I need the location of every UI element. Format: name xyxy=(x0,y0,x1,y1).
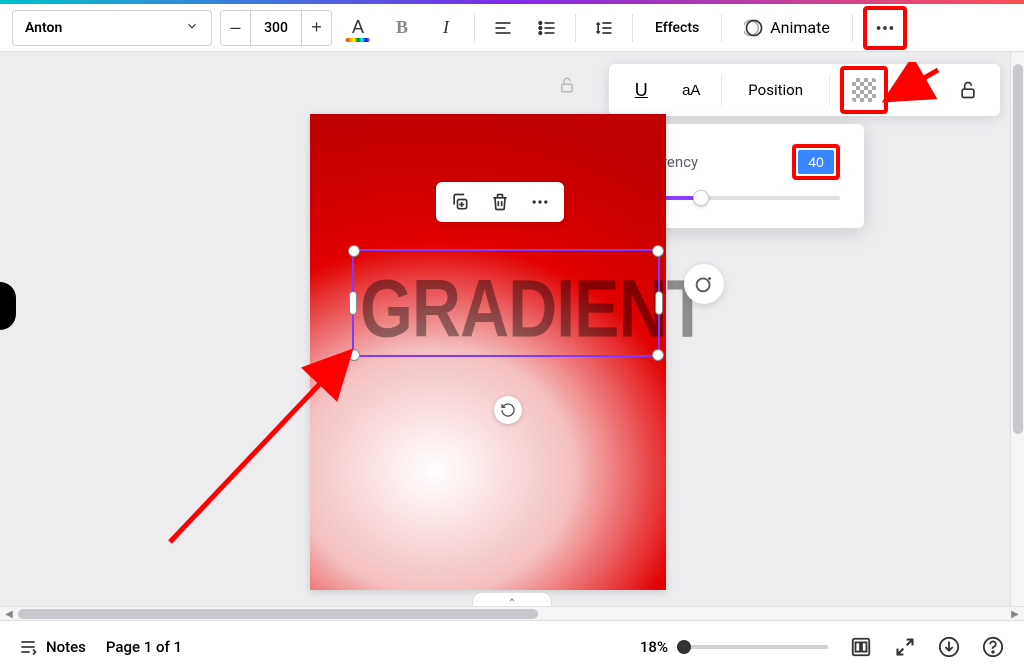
rotate-handle[interactable] xyxy=(494,396,522,424)
bullet-list-button[interactable] xyxy=(529,10,565,46)
annotation-arrow-to-transparency xyxy=(878,62,958,112)
text-color-button[interactable]: A xyxy=(340,10,376,46)
annotation-arrow-to-text xyxy=(160,332,370,552)
zoom-slider[interactable] xyxy=(678,645,828,649)
font-size-increment[interactable]: + xyxy=(301,11,331,45)
delete-button[interactable] xyxy=(486,188,514,216)
text-color-a-icon: A xyxy=(352,17,364,38)
toolbar-divider xyxy=(474,14,475,42)
align-left-icon xyxy=(493,18,513,38)
toolbar-divider xyxy=(721,14,722,42)
help-button[interactable] xyxy=(980,634,1006,660)
bold-icon: B xyxy=(396,17,408,38)
element-more-button[interactable] xyxy=(526,188,554,216)
page-collapse-tab[interactable] xyxy=(472,592,552,606)
secondary-divider xyxy=(721,74,722,106)
floating-element-controls xyxy=(436,182,564,222)
annotation-highlight-value xyxy=(792,144,840,180)
rotate-icon xyxy=(500,402,516,418)
slider-thumb[interactable] xyxy=(693,190,709,206)
grid-icon xyxy=(850,636,872,658)
resize-handle-mr[interactable] xyxy=(655,291,663,315)
underline-button[interactable]: U xyxy=(621,70,661,110)
selection-outline xyxy=(352,249,660,357)
animate-icon xyxy=(744,18,764,38)
scrollbar-thumb-vertical[interactable] xyxy=(1013,64,1023,434)
rainbow-underline-icon xyxy=(346,38,370,42)
toolbar-divider xyxy=(852,14,853,42)
quick-action-button[interactable] xyxy=(684,264,724,304)
scrollbar-horizontal[interactable]: ◀ ▶ xyxy=(0,606,1024,620)
lock-icon xyxy=(958,80,978,100)
scroll-left-arrow[interactable]: ◀ xyxy=(2,607,16,621)
animate-button[interactable]: Animate xyxy=(732,10,842,46)
side-panel-tab[interactable] xyxy=(0,282,16,330)
main-toolbar: Anton – 300 + A B I Effects Animate xyxy=(0,4,1024,52)
ellipsis-icon xyxy=(874,17,896,39)
resize-handle-tl[interactable] xyxy=(348,245,360,257)
bold-button[interactable]: B xyxy=(384,10,420,46)
uppercase-icon: aA xyxy=(682,82,700,99)
spacing-icon xyxy=(594,18,614,38)
notes-label: Notes xyxy=(46,638,86,656)
transparency-icon xyxy=(852,78,876,102)
bottom-bar: Notes Page 1 of 1 18% xyxy=(0,620,1024,672)
zoom-percentage[interactable]: 18% xyxy=(640,638,668,656)
lock-icon-outside xyxy=(558,76,576,98)
annotation-highlight-more xyxy=(863,6,907,50)
download-icon xyxy=(938,636,960,658)
position-button[interactable]: Position xyxy=(732,70,819,110)
position-label: Position xyxy=(748,81,803,99)
font-family-name: Anton xyxy=(25,20,62,36)
animate-label: Animate xyxy=(770,18,830,37)
scrollbar-vertical[interactable] xyxy=(1010,52,1024,606)
notes-icon xyxy=(18,637,38,657)
trash-icon xyxy=(490,192,510,212)
fullscreen-icon xyxy=(895,637,915,657)
list-icon xyxy=(537,18,557,38)
font-family-selector[interactable]: Anton xyxy=(12,10,212,46)
help-icon xyxy=(982,636,1004,658)
page-indicator[interactable]: Page 1 of 1 xyxy=(106,638,182,656)
italic-icon: I xyxy=(443,17,449,38)
duplicate-icon xyxy=(450,192,470,212)
chevron-up-icon xyxy=(506,596,518,604)
scrollbar-thumb-horizontal[interactable] xyxy=(18,609,538,619)
sparkle-icon xyxy=(693,273,715,295)
zoom-slider-knob[interactable] xyxy=(677,640,691,654)
font-size-stepper: – 300 + xyxy=(220,10,332,46)
italic-button[interactable]: I xyxy=(428,10,464,46)
spacing-button[interactable] xyxy=(586,10,622,46)
fullscreen-button[interactable] xyxy=(892,634,918,660)
toolbar-divider xyxy=(632,14,633,42)
uppercase-button[interactable]: aA xyxy=(671,70,711,110)
toolbar-divider xyxy=(575,14,576,42)
more-options-button[interactable] xyxy=(867,10,903,46)
secondary-divider xyxy=(829,74,830,106)
editor-area: U aA Position Transparency xyxy=(0,52,1024,620)
chevron-down-icon xyxy=(185,18,199,37)
download-button[interactable] xyxy=(936,634,962,660)
notes-button[interactable]: Notes xyxy=(18,637,86,657)
underline-icon: U xyxy=(635,80,648,101)
resize-handle-br[interactable] xyxy=(652,349,664,361)
resize-handle-tr[interactable] xyxy=(652,245,664,257)
zoom-controls: 18% xyxy=(640,638,828,656)
transparency-value-input[interactable] xyxy=(798,150,834,174)
font-size-value[interactable]: 300 xyxy=(251,20,301,36)
align-button[interactable] xyxy=(485,10,521,46)
font-size-decrement[interactable]: – xyxy=(221,11,251,45)
scroll-right-arrow[interactable]: ▶ xyxy=(1008,607,1022,621)
grid-view-button[interactable] xyxy=(848,634,874,660)
resize-handle-ml[interactable] xyxy=(349,291,357,315)
duplicate-button[interactable] xyxy=(446,188,474,216)
ellipsis-icon xyxy=(530,192,550,212)
effects-button[interactable]: Effects xyxy=(643,20,711,36)
